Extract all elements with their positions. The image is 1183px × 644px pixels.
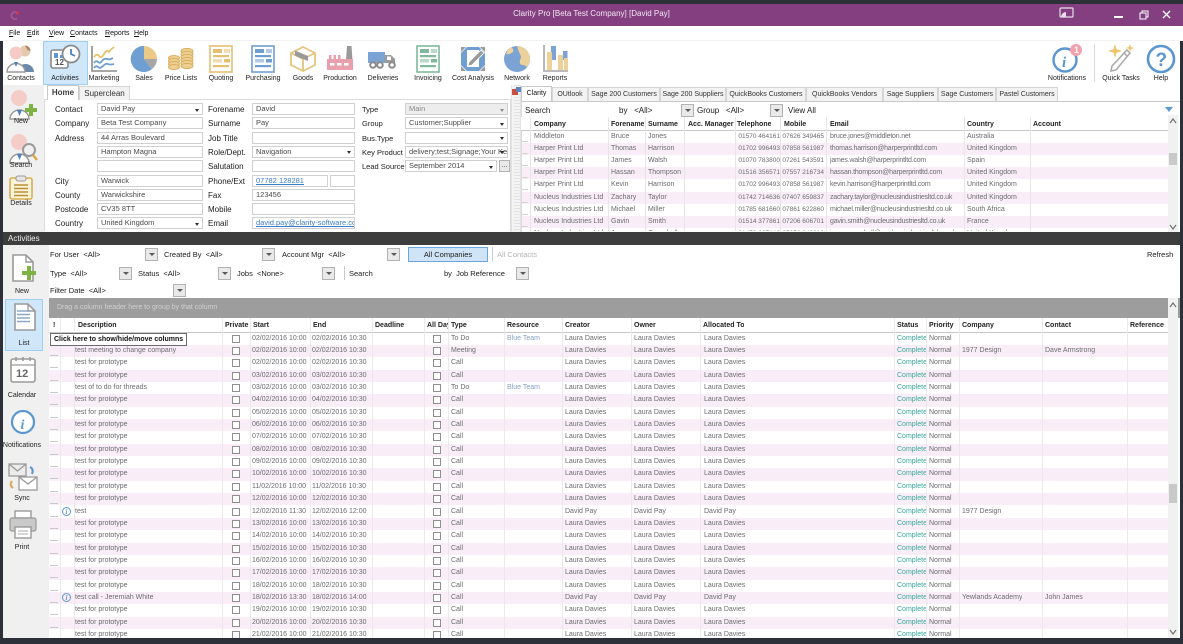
svg-text:1: 1 [1074, 45, 1079, 55]
svg-text:?: ? [1156, 50, 1168, 71]
svg-text:12: 12 [16, 368, 28, 380]
svg-text:i: i [21, 418, 25, 433]
svg-text:12: 12 [55, 58, 64, 67]
